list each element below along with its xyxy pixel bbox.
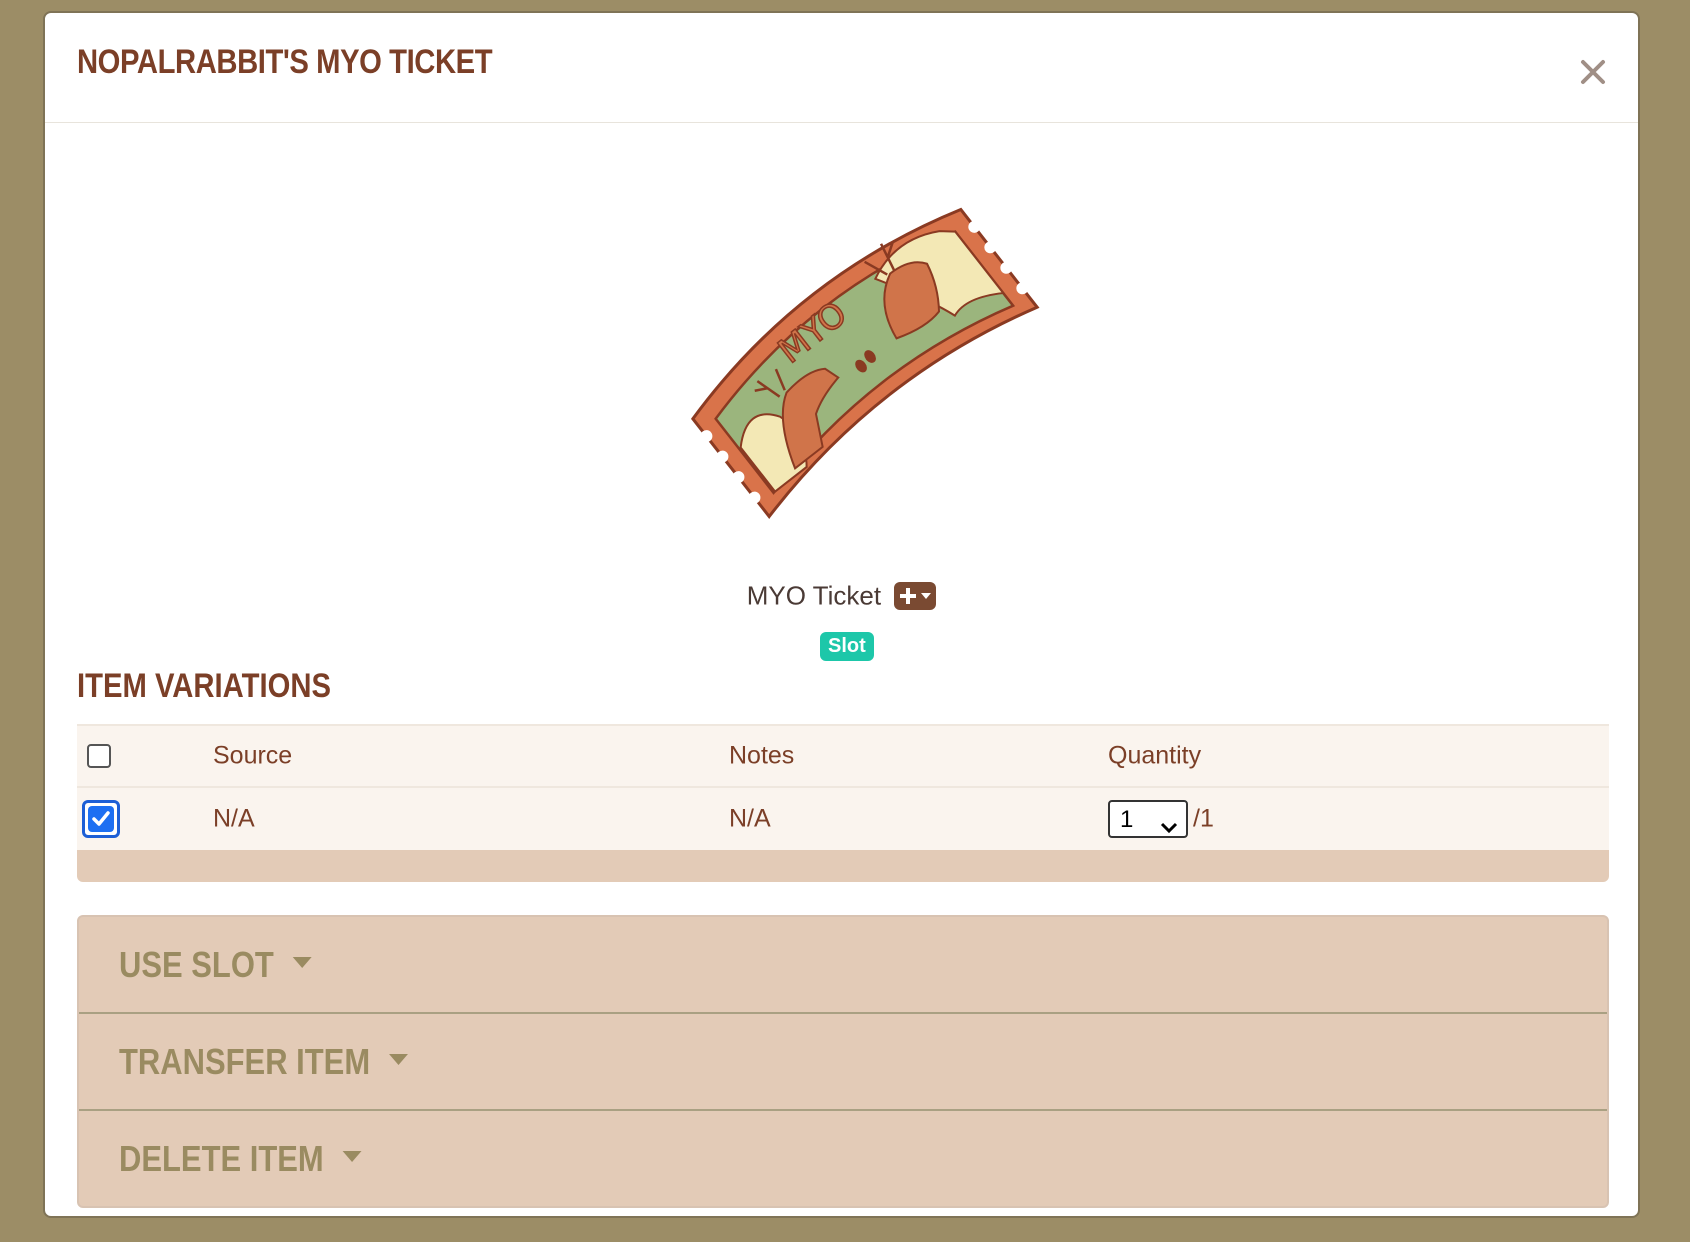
use-slot-toggle[interactable]: USE SLOT	[79, 917, 1607, 1014]
slot-tag-badge: Slot	[820, 632, 874, 661]
modal-header: NOPALRABBIT'S MYO TICKET	[45, 13, 1638, 123]
quantity-select[interactable]: 1	[1108, 800, 1188, 838]
row-checkbox[interactable]	[82, 800, 120, 838]
modal-title: NOPALRABBIT'S MYO TICKET	[77, 43, 493, 81]
transfer-item-label: TRANSFER ITEM	[119, 1041, 408, 1083]
modal-dialog: NOPALRABBIT'S MYO TICKET MYO MYO Ticket …	[43, 11, 1640, 1218]
quantity-select-value: 1	[1120, 806, 1134, 833]
row-notes: N/A	[729, 804, 771, 833]
column-header-source: Source	[213, 741, 293, 770]
transfer-item-text: TRANSFER ITEM	[119, 1040, 371, 1082]
caret-down-icon	[389, 1054, 408, 1066]
column-header-notes: Notes	[729, 741, 795, 770]
select-all-checkbox[interactable]	[87, 744, 111, 768]
action-accordion: USE SLOT TRANSFER ITEM DELETE ITEM	[77, 915, 1609, 1208]
table-row: N/A N/A 1 /1	[77, 786, 1609, 850]
close-icon[interactable]	[1576, 55, 1610, 89]
chevron-down-icon	[1160, 813, 1178, 841]
variations-table: Source Notes Quantity N/A N/A 1 /1	[77, 724, 1609, 882]
delete-item-text: DELETE ITEM	[119, 1137, 324, 1179]
table-footer	[77, 850, 1609, 882]
quantity-max: /1	[1193, 804, 1214, 833]
item-name: MYO Ticket	[746, 580, 882, 611]
item-variations-title: ITEM VARIATIONS	[77, 667, 331, 705]
myo-ticket-image: MYO	[665, 193, 1065, 533]
delete-item-label: DELETE ITEM	[119, 1138, 362, 1180]
row-source: N/A	[213, 804, 255, 833]
add-to-dropdown-button[interactable]	[894, 582, 937, 611]
delete-item-toggle[interactable]: DELETE ITEM	[79, 1111, 1607, 1206]
use-slot-text: USE SLOT	[119, 943, 274, 985]
column-header-quantity: Quantity	[1108, 741, 1202, 770]
transfer-item-toggle[interactable]: TRANSFER ITEM	[79, 1014, 1607, 1111]
item-name-row: MYO Ticket	[45, 579, 1638, 612]
use-slot-label: USE SLOT	[119, 944, 312, 986]
caret-down-icon	[292, 957, 312, 969]
caret-down-icon	[342, 1151, 362, 1163]
table-header: Source Notes Quantity	[77, 724, 1609, 786]
